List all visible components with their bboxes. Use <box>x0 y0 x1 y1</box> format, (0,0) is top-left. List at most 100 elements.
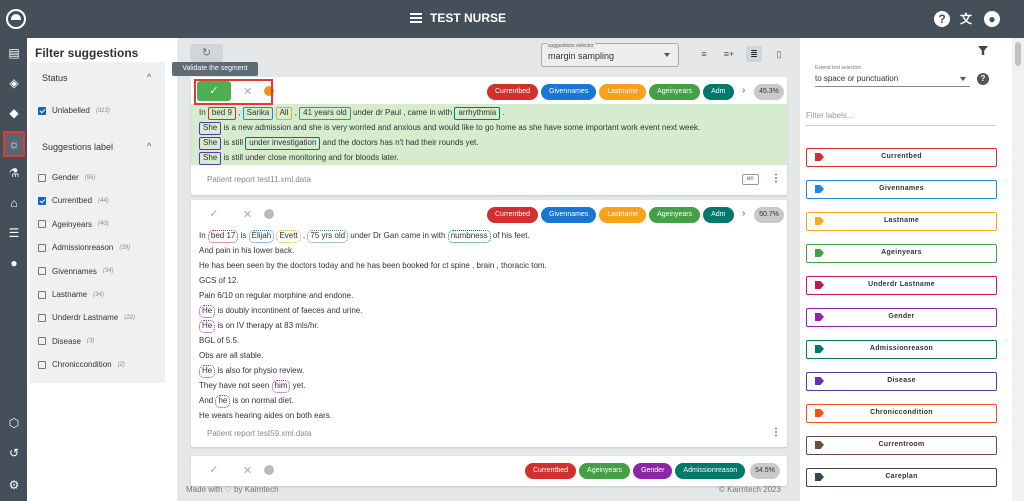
suggestion-gender[interactable]: He <box>199 365 216 378</box>
entity-gender[interactable]: She <box>199 122 222 135</box>
suggestion-gender[interactable]: He <box>199 320 216 333</box>
validate-button[interactable]: ✓ <box>197 204 231 224</box>
label-button[interactable]: Disease <box>806 372 997 391</box>
label-button[interactable]: Gender <box>806 308 997 327</box>
entity-currentbed[interactable]: bed 9 <box>207 107 236 120</box>
settings-gear-icon[interactable]: ⚙ <box>5 476 23 494</box>
checkbox[interactable] <box>38 267 46 276</box>
help-icon[interactable]: ? <box>934 11 950 27</box>
list-view-icon[interactable]: ≣ <box>746 46 762 62</box>
suggestions-selector[interactable]: suggestions selector margin sampling <box>541 43 679 67</box>
checkbox[interactable] <box>38 337 46 346</box>
history-icon[interactable]: ↺ <box>5 444 23 462</box>
scrollbar-thumb[interactable] <box>1015 42 1021 66</box>
entity-admissionreason[interactable]: arrhythmia <box>454 107 501 120</box>
suggestion-givennames[interactable]: Elijah <box>248 230 275 243</box>
validate-button[interactable]: ✓ <box>197 460 231 480</box>
label-button[interactable]: Ageinyears <box>806 244 997 263</box>
suggestion-gender[interactable]: he <box>215 395 231 408</box>
status-item-unlabelled[interactable]: Unlabelled (313) <box>38 106 110 115</box>
document-source[interactable]: Patient report test11.xml.data <box>207 175 311 184</box>
filter-icon[interactable] <box>978 46 988 55</box>
suggestion-ageinyears[interactable]: 75 yrs old <box>307 230 349 243</box>
account-icon[interactable]: ● <box>984 11 1000 27</box>
more-options-icon[interactable]: ⋮ <box>771 173 781 184</box>
refresh-button[interactable]: ↻ <box>190 44 223 62</box>
label-chip[interactable]: Lastname <box>599 207 647 223</box>
chevron-right-icon[interactable]: › <box>742 85 745 96</box>
reject-button[interactable]: ✕ <box>243 464 252 477</box>
label-button[interactable]: Underdr Lastname <box>806 276 997 295</box>
label-button[interactable]: Lastname <box>806 212 997 231</box>
project-title[interactable]: TEST NURSE <box>410 11 506 25</box>
label-chip[interactable]: Gender <box>633 463 673 479</box>
more-options-icon[interactable]: ⋮ <box>771 427 781 438</box>
entity-ageinyears[interactable]: 41 years old <box>299 107 351 120</box>
label-filter-item[interactable]: Chroniccondition (2) <box>38 360 125 369</box>
label-button[interactable]: Admissionreason <box>806 340 997 359</box>
entity-givennames[interactable]: Sarika <box>242 107 274 120</box>
checkbox[interactable] <box>38 196 46 205</box>
label-chip[interactable]: Currentbed <box>487 207 539 223</box>
suggestion-admissionreason[interactable]: numbness <box>447 230 491 243</box>
chevron-up-icon[interactable]: ^ <box>147 72 151 82</box>
extend-selection-select[interactable]: Extend text selection to space or punctu… <box>815 65 970 87</box>
suggestion-gender[interactable]: him <box>271 380 291 393</box>
help-icon[interactable]: ? <box>977 73 989 85</box>
label-chip[interactable]: Ageinyears <box>649 84 701 100</box>
menu-icon[interactable] <box>410 13 422 23</box>
label-chip[interactable]: Adm <box>703 207 734 223</box>
label-chip[interactable]: Lastname <box>599 84 647 100</box>
museum-icon[interactable]: ⌂ <box>5 194 23 212</box>
label-chip[interactable]: Ageinyears <box>579 463 631 479</box>
label-filter-item[interactable]: Lastname (34) <box>38 290 104 299</box>
box-icon[interactable]: ⬡ <box>5 414 23 432</box>
checkbox[interactable] <box>38 220 46 229</box>
label-filter-item[interactable]: Currentbed (44) <box>38 196 109 205</box>
label-button[interactable]: Currentroom <box>806 436 997 455</box>
label-button[interactable]: Careplan <box>806 468 997 487</box>
checkbox[interactable] <box>38 360 46 369</box>
checkbox[interactable] <box>38 290 46 299</box>
label-filter-item[interactable]: Gender (95) <box>38 173 95 182</box>
label-chip[interactable]: Adm <box>703 84 734 100</box>
label-chip[interactable]: Givennames <box>541 84 597 100</box>
label-button[interactable]: Chroniccondition <box>806 404 997 423</box>
documents-icon[interactable]: ▤ <box>5 44 23 62</box>
label-filter-item[interactable]: Ageinyears (40) <box>38 220 109 229</box>
label-button[interactable]: Currentbed <box>806 148 997 167</box>
entity-admissionreason[interactable]: under investigation <box>245 137 321 150</box>
scrollbar[interactable] <box>1012 38 1024 501</box>
entity-lastname[interactable]: All <box>275 107 293 120</box>
filter-labels-input[interactable]: Filter labels... <box>806 106 996 126</box>
checkbox-checked[interactable] <box>38 106 46 115</box>
label-chip[interactable]: Ageinyears <box>649 207 701 223</box>
reject-button[interactable]: ✕ <box>243 208 252 221</box>
label-chip[interactable]: Givennames <box>541 207 597 223</box>
label-button[interactable]: Givennames <box>806 180 997 199</box>
chevron-right-icon[interactable]: › <box>742 208 745 219</box>
entity-gender[interactable]: She <box>199 137 222 150</box>
suggestion-currentbed[interactable]: bed 17 <box>207 230 239 243</box>
translate-icon[interactable]: 文 <box>958 11 974 27</box>
label-filter-item[interactable]: Givennames (34) <box>38 267 114 276</box>
document-view-icon[interactable]: ▯ <box>771 46 787 62</box>
suggestion-gender[interactable]: He <box>199 305 216 318</box>
label-filter-item[interactable]: Underdr Lastname (22) <box>38 313 135 322</box>
label-chip[interactable]: Currentbed <box>487 84 539 100</box>
suggestions-bulb-icon[interactable]: ☼ <box>3 131 25 157</box>
kairntech-logo-icon[interactable] <box>6 9 26 29</box>
label-filter-item[interactable]: Admissionreason (39) <box>38 243 130 252</box>
robot-icon[interactable]: ● <box>5 254 23 272</box>
flask-icon[interactable]: ⚗ <box>5 164 23 182</box>
chevron-up-icon[interactable]: ^ <box>147 141 151 151</box>
label-filter-item[interactable]: Disease (3) <box>38 337 94 346</box>
playlist-add-icon[interactable]: ≡+ <box>721 46 737 62</box>
suggestion-lastname[interactable]: Evett <box>276 230 301 243</box>
tag-icon[interactable]: ◆ <box>5 104 23 122</box>
entity-gender[interactable]: She <box>199 152 222 165</box>
sort-icon[interactable]: ≡ <box>696 46 712 62</box>
label-chip[interactable]: Admissionreason <box>675 463 746 479</box>
document-source[interactable]: Patient report test59.xml.data <box>207 429 312 438</box>
checkbox[interactable] <box>38 243 46 252</box>
